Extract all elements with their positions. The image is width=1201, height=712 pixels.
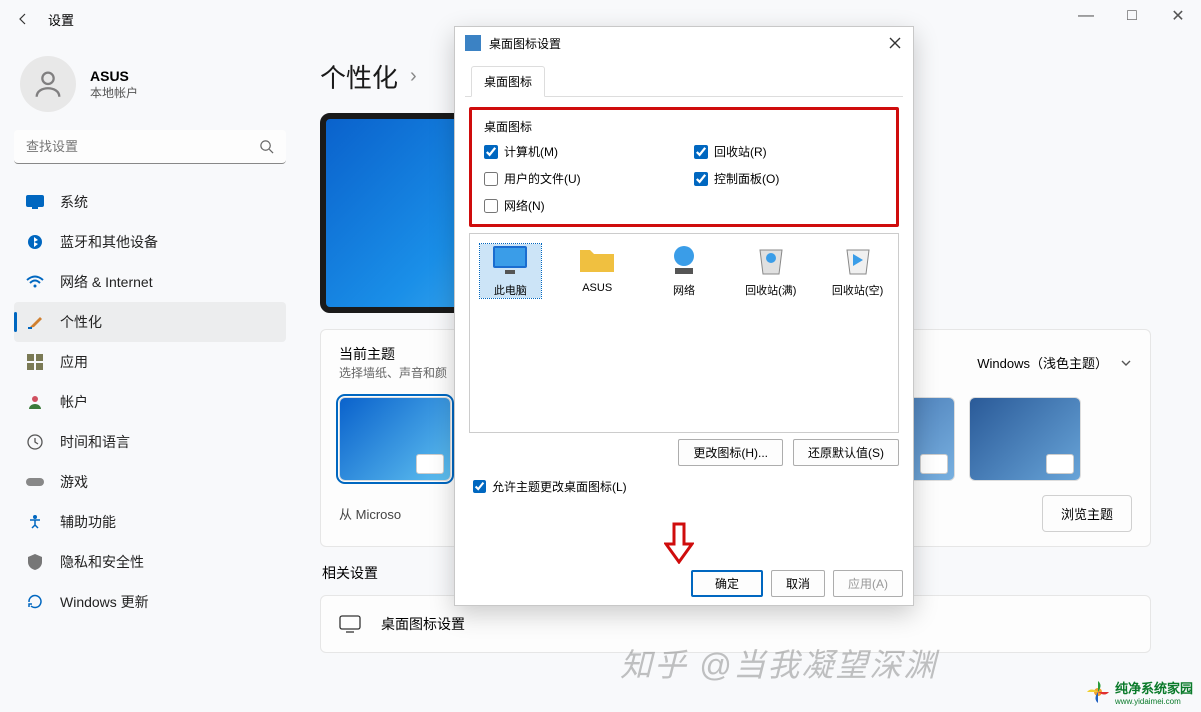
related-label: 桌面图标设置 [381, 614, 465, 634]
back-button[interactable] [8, 4, 38, 34]
cancel-button[interactable]: 取消 [771, 570, 825, 597]
nav-label: 帐户 [60, 392, 88, 412]
group-title: 桌面图标 [484, 118, 884, 135]
nav-label: 蓝牙和其他设备 [60, 232, 158, 252]
system-icon [26, 193, 44, 211]
maximize-button[interactable]: □ [1109, 0, 1155, 32]
window-title: 设置 [48, 10, 74, 29]
icon-recycle-full[interactable]: 回收站(满) [740, 244, 801, 298]
search-icon [259, 139, 274, 159]
checkbox-allow-theme[interactable]: 允许主题更改桌面图标(L) [473, 478, 899, 495]
nav-label: 辅助功能 [60, 512, 116, 532]
checkbox-user-files[interactable]: 用户的文件(U) [484, 170, 674, 187]
bluetooth-icon [26, 233, 44, 251]
theme-title: 当前主题 [339, 344, 447, 364]
account-icon [26, 393, 44, 411]
checkbox-recycle-bin[interactable]: 回收站(R) [694, 143, 884, 160]
nav-accessibility[interactable]: 辅助功能 [14, 502, 286, 542]
nav-label: Windows 更新 [60, 592, 149, 612]
theme-thumb[interactable] [339, 397, 451, 481]
minimize-button[interactable]: — [1063, 0, 1109, 32]
apps-icon [26, 353, 44, 371]
theme-thumb[interactable] [969, 397, 1081, 481]
network-icon [665, 244, 703, 276]
user-type: 本地帐户 [90, 84, 138, 101]
user-name: ASUS [90, 68, 138, 84]
nav-privacy[interactable]: 隐私和安全性 [14, 542, 286, 582]
annotation-arrow-down [664, 522, 694, 564]
nav-label: 应用 [60, 352, 88, 372]
apply-button[interactable]: 应用(A) [833, 570, 903, 597]
chevron-right-icon: › [410, 65, 417, 88]
ok-button[interactable]: 确定 [691, 570, 763, 597]
avatar [20, 56, 76, 112]
arrow-left-icon [15, 11, 31, 27]
dialog-close-button[interactable] [883, 31, 907, 55]
annotation-highlight-box: 桌面图标 计算机(M) 回收站(R) 用户的文件(U) 控制面板(O) 网络(N… [469, 107, 899, 227]
close-icon [889, 37, 901, 49]
user-profile[interactable]: ASUS 本地帐户 [14, 46, 286, 130]
browse-themes-button[interactable]: 浏览主题 [1042, 495, 1132, 532]
clock-icon [26, 433, 44, 451]
icon-user-folder[interactable]: ASUS [567, 244, 628, 298]
theme-sub: 选择墙纸、声音和颜 [339, 364, 447, 381]
nav-label: 时间和语言 [60, 432, 130, 452]
breadcrumb-root[interactable]: 个性化 [320, 58, 398, 95]
nav-time-language[interactable]: 时间和语言 [14, 422, 286, 462]
close-button[interactable]: ✕ [1155, 0, 1201, 32]
monitor-icon [339, 615, 361, 633]
person-icon [31, 67, 65, 101]
dialog-title: 桌面图标设置 [489, 35, 561, 52]
icon-network[interactable]: 网络 [654, 244, 715, 298]
desktop-icon-dialog: 桌面图标设置 桌面图标 桌面图标 计算机(M) 回收站(R) 用户的文件(U) … [454, 26, 914, 606]
nav-apps[interactable]: 应用 [14, 342, 286, 382]
checkbox-network[interactable]: 网络(N) [484, 197, 674, 214]
restore-defaults-button[interactable]: 还原默认值(S) [793, 439, 899, 466]
shield-icon [26, 553, 44, 571]
accessibility-icon [26, 513, 44, 531]
nav-label: 系统 [60, 192, 88, 212]
nav-gaming[interactable]: 游戏 [14, 462, 286, 502]
wifi-icon [26, 273, 44, 291]
dialog-titlebar[interactable]: 桌面图标设置 [455, 27, 913, 59]
theme-current[interactable]: Windows（浅色主题） [977, 353, 1132, 372]
brush-icon [26, 313, 44, 331]
tab-desktop-icons[interactable]: 桌面图标 [471, 66, 545, 97]
nav-system[interactable]: 系统 [14, 182, 286, 222]
nav-personalization[interactable]: 个性化 [14, 302, 286, 342]
nav-accounts[interactable]: 帐户 [14, 382, 286, 422]
nav-bluetooth[interactable]: 蓝牙和其他设备 [14, 222, 286, 262]
search-input[interactable] [14, 130, 286, 164]
nav-label: 个性化 [60, 312, 102, 332]
gamepad-icon [26, 473, 44, 491]
icon-this-pc[interactable]: 此电脑 [480, 244, 541, 298]
recycle-empty-icon [839, 244, 877, 276]
checkbox-control-panel[interactable]: 控制面板(O) [694, 170, 884, 187]
update-icon [26, 593, 44, 611]
nav-label: 隐私和安全性 [60, 552, 144, 572]
chevron-down-icon [1120, 357, 1132, 369]
icon-recycle-empty[interactable]: 回收站(空) [827, 244, 888, 298]
checkbox-computer[interactable]: 计算机(M) [484, 143, 674, 160]
change-icon-button[interactable]: 更改图标(H)... [678, 439, 783, 466]
folder-icon [578, 244, 616, 276]
sidebar: ASUS 本地帐户 系统 蓝牙和其他设备 网络 & Internet 个性化 应… [0, 38, 300, 712]
pc-icon [491, 244, 529, 276]
nav-network[interactable]: 网络 & Internet [14, 262, 286, 302]
ms-store-text: 从 Microso [339, 504, 401, 523]
nav-label: 游戏 [60, 472, 88, 492]
icon-preview-panel: 此电脑 ASUS 网络 回收站(满) 回收站(空) [469, 233, 899, 433]
dialog-icon [465, 35, 481, 51]
nav-windows-update[interactable]: Windows 更新 [14, 582, 286, 622]
recycle-full-icon [752, 244, 790, 276]
nav-label: 网络 & Internet [60, 272, 153, 292]
